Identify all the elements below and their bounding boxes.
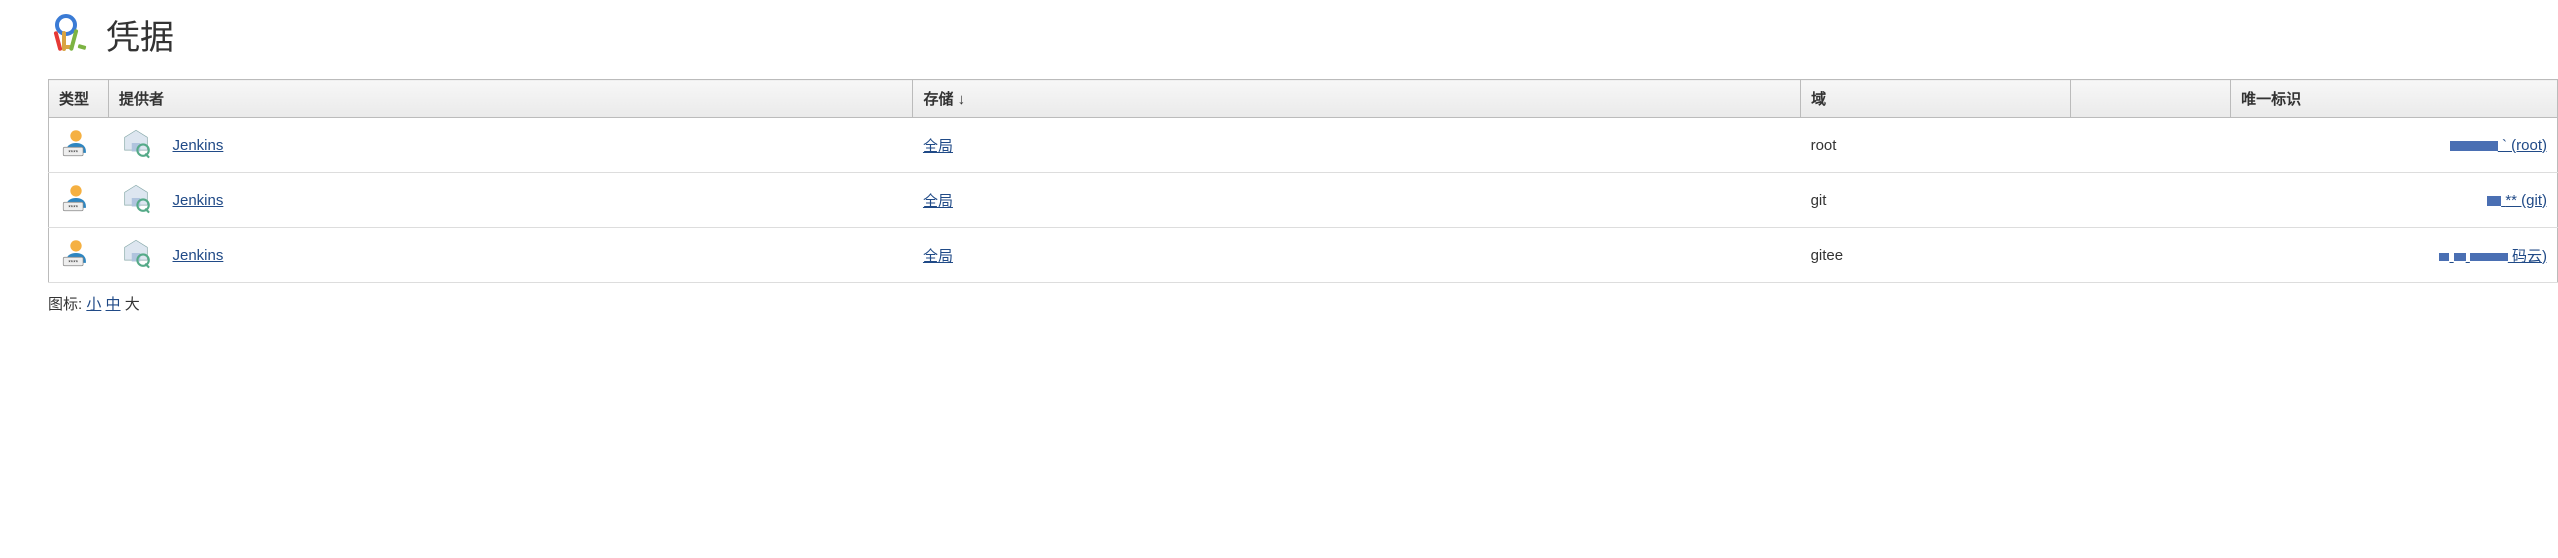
- icon-size-label: 图标:: [48, 296, 82, 313]
- user-password-icon: ****: [59, 202, 93, 219]
- type-cell: ****: [49, 173, 109, 228]
- provider-icon-cell: [109, 118, 163, 173]
- col-header-domain[interactable]: 域: [1801, 80, 2071, 118]
- keys-icon: [48, 11, 96, 59]
- domain-cell: 全局: [913, 228, 1801, 283]
- system-store-icon: [119, 147, 153, 164]
- provider-icon-cell: [109, 228, 163, 283]
- store-cell: Jenkins: [163, 173, 913, 228]
- name-cell: gitee: [1801, 228, 2071, 283]
- col-header-type[interactable]: 类型: [49, 80, 109, 118]
- credential-name: root: [1811, 137, 1837, 154]
- provider-icon-cell: [109, 173, 163, 228]
- type-cell: ****: [49, 118, 109, 173]
- store-cell: Jenkins: [163, 118, 913, 173]
- id-cell: 码云): [2071, 228, 2558, 283]
- store-cell: Jenkins: [163, 228, 913, 283]
- table-row: **** Jenkins 全局 root ` (: [49, 118, 2558, 173]
- icon-size-medium[interactable]: 中: [106, 296, 121, 313]
- svg-text:****: ****: [68, 259, 78, 266]
- user-password-icon: ****: [59, 257, 93, 274]
- system-store-icon: [119, 257, 153, 274]
- credential-id-link[interactable]: 码云): [2439, 248, 2547, 265]
- store-link[interactable]: Jenkins: [173, 137, 224, 154]
- redacted-segment: [2450, 141, 2498, 151]
- id-cell: ` (root): [2071, 118, 2558, 173]
- domain-link[interactable]: 全局: [923, 248, 953, 265]
- col-header-store[interactable]: 存储 ↓: [913, 80, 1801, 118]
- svg-text:****: ****: [68, 149, 78, 156]
- domain-link[interactable]: 全局: [923, 193, 953, 210]
- icon-size-row: 图标: 小 中 大: [0, 283, 2558, 314]
- col-header-store-label: 存储: [923, 91, 953, 108]
- store-link[interactable]: Jenkins: [173, 247, 224, 264]
- table-row: **** Jenkins 全局 gitee: [49, 228, 2558, 283]
- id-cell: ** (git): [2071, 173, 2558, 228]
- redacted-segment: [2470, 253, 2508, 261]
- svg-text:****: ****: [68, 204, 78, 211]
- redacted-segment: [2439, 253, 2449, 261]
- credential-name: git: [1811, 192, 1827, 209]
- redacted-segment: [2487, 196, 2501, 206]
- table-header-row: 类型 提供者 存储 ↓ 域 唯一标识: [49, 80, 2558, 118]
- col-header-name[interactable]: [2071, 80, 2231, 118]
- icon-size-large[interactable]: 大: [125, 296, 140, 313]
- name-cell: root: [1801, 118, 2071, 173]
- credentials-table: 类型 提供者 存储 ↓ 域 唯一标识 ****: [48, 79, 2558, 283]
- col-header-provider[interactable]: 提供者: [109, 80, 913, 118]
- user-password-icon: ****: [59, 147, 93, 164]
- page-header: 凭据: [0, 10, 2558, 79]
- name-cell: git: [1801, 173, 2071, 228]
- redacted-segment: [2454, 253, 2466, 261]
- icon-size-small[interactable]: 小: [86, 296, 101, 313]
- sort-indicator-icon: ↓: [958, 91, 966, 108]
- credential-id-link[interactable]: ` (root): [2450, 137, 2547, 154]
- type-cell: ****: [49, 228, 109, 283]
- table-row: **** Jenkins 全局 git ** (: [49, 173, 2558, 228]
- domain-link[interactable]: 全局: [923, 138, 953, 155]
- credential-name: gitee: [1811, 247, 1844, 264]
- system-store-icon: [119, 202, 153, 219]
- domain-cell: 全局: [913, 173, 1801, 228]
- credential-id-link[interactable]: ** (git): [2487, 192, 2547, 209]
- page-title: 凭据: [106, 10, 174, 59]
- domain-cell: 全局: [913, 118, 1801, 173]
- col-header-id[interactable]: 唯一标识: [2231, 80, 2558, 118]
- store-link[interactable]: Jenkins: [173, 192, 224, 209]
